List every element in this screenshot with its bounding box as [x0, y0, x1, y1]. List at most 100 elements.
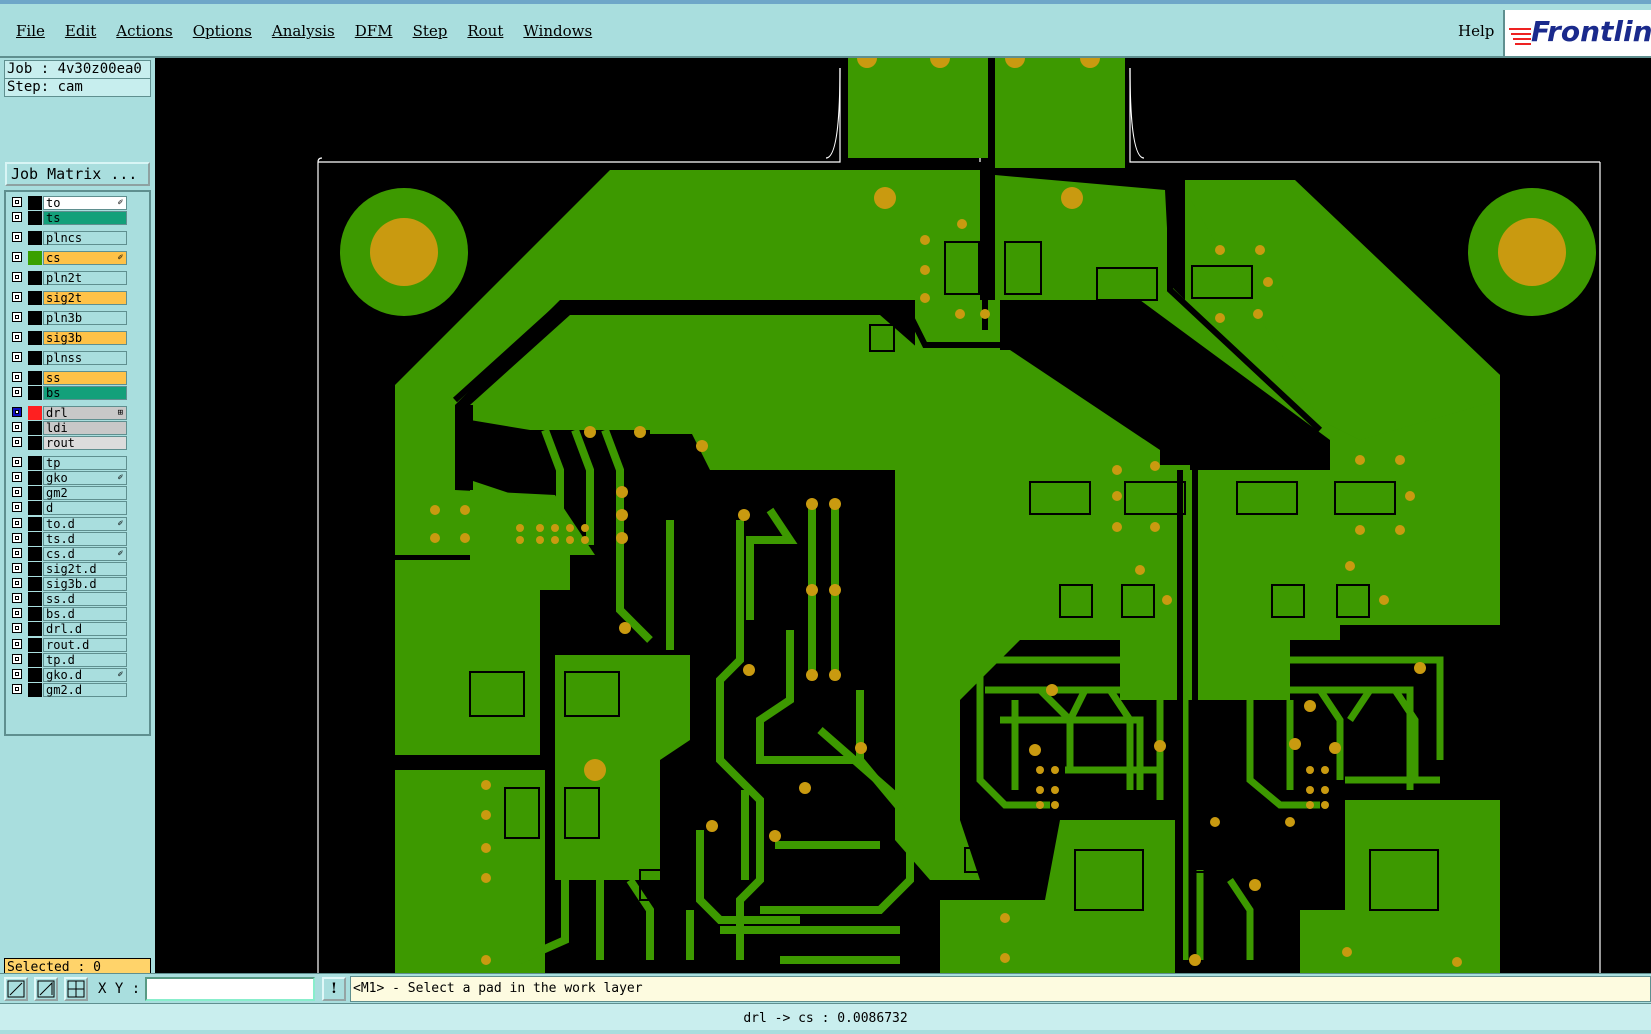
layer-name[interactable]: gko ✐ — [43, 471, 127, 485]
layer-checkbox[interactable] — [12, 593, 22, 603]
layer-color-swatch[interactable] — [28, 271, 42, 285]
layer-name[interactable]: gm2.d — [43, 683, 127, 697]
layer-row-cs[interactable]: cs ✐ — [8, 251, 128, 265]
layer-checkbox[interactable] — [12, 654, 22, 664]
layer-checkbox[interactable] — [12, 533, 22, 543]
layer-name[interactable]: plncs — [43, 231, 127, 245]
layer-row-rout[interactable]: rout — [8, 436, 128, 450]
layer-name[interactable]: gm2 — [43, 486, 127, 500]
layer-name[interactable]: cs.d ✐ — [43, 547, 127, 561]
layer-checkbox[interactable] — [12, 502, 22, 512]
layer-row-tp-d[interactable]: tp.d — [8, 653, 128, 667]
layer-color-swatch[interactable] — [28, 562, 42, 576]
menu-dfm[interactable]: DFM — [345, 22, 403, 40]
layer-name[interactable]: ldi — [43, 421, 127, 435]
layer-name[interactable]: tp — [43, 456, 127, 470]
layer-color-swatch[interactable] — [28, 331, 42, 345]
layer-color-swatch[interactable] — [28, 211, 42, 225]
layer-color-swatch[interactable] — [28, 351, 42, 365]
layer-row-drl[interactable]: drl ⊞ — [8, 406, 128, 420]
layer-name[interactable]: ts — [43, 211, 127, 225]
layer-row-pln2t[interactable]: pln2t — [8, 271, 128, 285]
layer-checkbox[interactable] — [12, 312, 22, 322]
layer-name[interactable]: pln2t — [43, 271, 127, 285]
layer-checkbox[interactable] — [12, 472, 22, 482]
menu-file[interactable]: File — [6, 22, 55, 40]
layer-name[interactable]: sig2t.d — [43, 562, 127, 576]
layer-row-to-d[interactable]: to.d ✐ — [8, 517, 128, 531]
layer-name[interactable]: drl.d — [43, 622, 127, 636]
layer-color-swatch[interactable] — [28, 406, 42, 420]
layer-color-swatch[interactable] — [28, 456, 42, 470]
menu-rout[interactable]: Rout — [457, 22, 513, 40]
layer-color-swatch[interactable] — [28, 486, 42, 500]
layer-name[interactable]: tp.d — [43, 653, 127, 667]
layer-row-plnss[interactable]: plnss — [8, 351, 128, 365]
layer-checkbox[interactable] — [12, 407, 22, 417]
layer-checkbox[interactable] — [12, 212, 22, 222]
layer-name[interactable]: ss.d — [43, 592, 127, 606]
layer-name[interactable]: pln3b — [43, 311, 127, 325]
layer-name[interactable]: ss — [43, 371, 127, 385]
layer-row-sig2t[interactable]: sig2t — [8, 291, 128, 305]
layer-checkbox[interactable] — [12, 608, 22, 618]
layer-name[interactable]: bs — [43, 386, 127, 400]
layer-color-swatch[interactable] — [28, 592, 42, 606]
layer-color-swatch[interactable] — [28, 421, 42, 435]
exclamation-button[interactable]: ! — [322, 977, 346, 1001]
layer-row-sig3b-d[interactable]: sig3b.d — [8, 577, 128, 591]
layer-checkbox[interactable] — [12, 623, 22, 633]
snap-grid-button[interactable] — [64, 977, 88, 1001]
layer-color-swatch[interactable] — [28, 547, 42, 561]
layer-row-bs-d[interactable]: bs.d — [8, 607, 128, 621]
layer-row-rout-d[interactable]: rout.d — [8, 638, 128, 652]
layer-row-ts[interactable]: ts — [8, 211, 128, 225]
layer-color-swatch[interactable] — [28, 371, 42, 385]
layer-row-ss-d[interactable]: ss.d — [8, 592, 128, 606]
layer-row-gm2[interactable]: gm2 — [8, 486, 128, 500]
layer-color-swatch[interactable] — [28, 532, 42, 546]
layer-row-ldi[interactable]: ldi — [8, 421, 128, 435]
layer-checkbox[interactable] — [12, 457, 22, 467]
layer-checkbox[interactable] — [12, 252, 22, 262]
layer-checkbox[interactable] — [12, 639, 22, 649]
layer-checkbox[interactable] — [12, 669, 22, 679]
layer-checkbox[interactable] — [12, 387, 22, 397]
layer-row-sig3b[interactable]: sig3b — [8, 331, 128, 345]
pcb-board-view[interactable] — [155, 58, 1651, 973]
layer-color-swatch[interactable] — [28, 196, 42, 210]
layer-row-pln3b[interactable]: pln3b — [8, 311, 128, 325]
layer-row-d[interactable]: d — [8, 501, 128, 515]
layer-color-swatch[interactable] — [28, 577, 42, 591]
measure-angle-button[interactable] — [34, 977, 58, 1001]
layer-row-drl-d[interactable]: drl.d — [8, 622, 128, 636]
layer-name[interactable]: plnss — [43, 351, 127, 365]
layer-color-swatch[interactable] — [28, 501, 42, 515]
layer-color-swatch[interactable] — [28, 683, 42, 697]
layer-name[interactable]: d — [43, 501, 127, 515]
layer-color-swatch[interactable] — [28, 436, 42, 450]
layer-name[interactable]: ts.d — [43, 532, 127, 546]
layer-color-swatch[interactable] — [28, 607, 42, 621]
job-matrix-button[interactable]: Job Matrix ... — [5, 162, 150, 186]
layer-row-gko-d[interactable]: gko.d ✐ — [8, 668, 128, 682]
layer-color-swatch[interactable] — [28, 668, 42, 682]
layer-checkbox[interactable] — [12, 352, 22, 362]
layer-name[interactable]: to.d ✐ — [43, 517, 127, 531]
layer-checkbox[interactable] — [12, 372, 22, 382]
layer-checkbox[interactable] — [12, 332, 22, 342]
layer-row-cs-d[interactable]: cs.d ✐ — [8, 547, 128, 561]
layer-name[interactable]: drl ⊞ — [43, 406, 127, 420]
layer-checkbox[interactable] — [12, 684, 22, 694]
layer-name[interactable]: rout.d — [43, 638, 127, 652]
layer-checkbox[interactable] — [12, 487, 22, 497]
layer-row-ss[interactable]: ss — [8, 371, 128, 385]
layer-name[interactable]: sig2t — [43, 291, 127, 305]
menu-analysis[interactable]: Analysis — [262, 22, 345, 40]
layer-name[interactable]: gko.d ✐ — [43, 668, 127, 682]
menu-windows[interactable]: Windows — [513, 22, 602, 40]
layer-color-swatch[interactable] — [28, 231, 42, 245]
graphic-area[interactable] — [155, 58, 1651, 973]
menu-help[interactable]: Help — [1448, 22, 1504, 40]
layer-name[interactable]: rout — [43, 436, 127, 450]
